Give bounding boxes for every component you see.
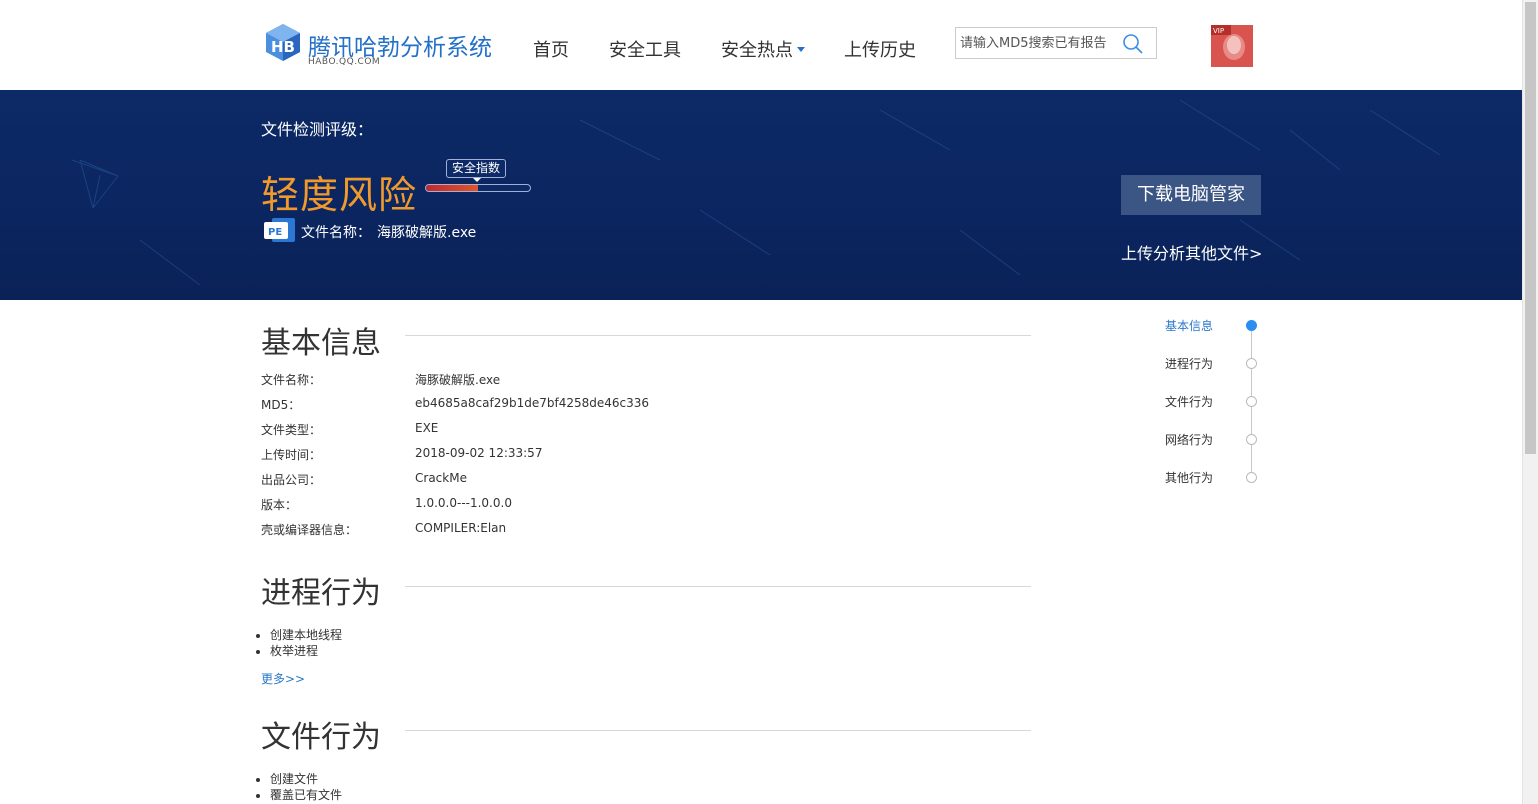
- safety-index-fill: [426, 185, 478, 191]
- logo-subtitle: HABO.QQ.COM: [308, 57, 381, 67]
- pe-file-icon: PE: [264, 218, 295, 242]
- banner-decoration: [71, 99, 1441, 286]
- side-nav-dot[interactable]: [1246, 434, 1257, 445]
- scrollbar-thumb[interactable]: [1525, 2, 1536, 454]
- section-divider: [405, 730, 1031, 731]
- section-title-file-behavior: 文件行为: [261, 720, 381, 755]
- list-item: 创建文件: [270, 771, 342, 787]
- process-behavior-more-link[interactable]: 更多>>: [261, 670, 305, 687]
- side-nav-dot[interactable]: [1246, 472, 1257, 483]
- nav-upload-history[interactable]: 上传历史: [844, 36, 916, 62]
- side-nav-basic-info[interactable]: 基本信息: [1165, 317, 1213, 334]
- info-value-file-type: EXE: [415, 421, 439, 435]
- top-header: HB 腾讯哈勃分析系统 HABO.QQ.COM 首页 安全工具 安全热点 上传历…: [0, 0, 1522, 90]
- info-value-md5: eb4685a8caf29b1de7bf4258de46c336: [415, 396, 650, 410]
- info-label-file-type: 文件类型：: [261, 423, 322, 437]
- vip-badge: VIP: [1213, 27, 1224, 35]
- pe-file-icon-label: PE: [268, 227, 282, 238]
- side-nav-network-behavior[interactable]: 网络行为: [1165, 431, 1213, 448]
- rating-label: 文件检测评级：: [261, 120, 374, 139]
- md5-search-input[interactable]: [956, 28, 1124, 58]
- search-icon[interactable]: [1122, 33, 1144, 55]
- upload-other-file-link[interactable]: 上传分析其他文件>: [1121, 240, 1262, 264]
- side-nav-other-behavior[interactable]: 其他行为: [1165, 469, 1213, 486]
- nav-home[interactable]: 首页: [533, 36, 569, 62]
- list-item: 覆盖已有文件: [270, 787, 342, 803]
- list-item: 枚举进程: [270, 643, 342, 659]
- section-divider: [405, 335, 1031, 336]
- section-divider: [405, 586, 1031, 587]
- process-behavior-list: 创建本地线程 枚举进程: [270, 627, 342, 659]
- info-label-compiler: 壳或编译器信息：: [261, 523, 358, 537]
- section-title-basic-info: 基本信息: [261, 326, 381, 361]
- risk-level: 轻度风险: [261, 173, 418, 217]
- info-value-upload-time: 2018-09-02 12:33:57: [415, 446, 543, 460]
- safety-index-tag: 安全指数: [446, 159, 507, 182]
- user-avatar[interactable]: VIP: [1211, 25, 1253, 67]
- info-label-version: 版本：: [261, 498, 298, 512]
- chevron-down-icon: [797, 46, 805, 52]
- info-label-upload-time: 上传时间：: [261, 448, 322, 462]
- habo-logo[interactable]: HB 腾讯哈勃分析系统 HABO.QQ.COM: [262, 20, 502, 72]
- safety-index-bar: [425, 184, 531, 192]
- habo-logo-icon: HB: [266, 24, 300, 61]
- info-label-file-name: 文件名称：: [261, 373, 322, 387]
- info-value-file-name: 海豚破解版.exe: [415, 373, 501, 387]
- file-name-value: 海豚破解版.exe: [377, 225, 477, 241]
- page-scrollbar[interactable]: [1522, 0, 1538, 804]
- file-behavior-list: 创建文件 覆盖已有文件: [270, 771, 342, 803]
- file-name-label: 文件名称：: [301, 225, 371, 241]
- info-label-company: 出品公司：: [261, 473, 322, 487]
- info-label-md5: MD5：: [261, 398, 301, 412]
- nav-security-hotspots-label: 安全热点: [721, 40, 793, 61]
- qq-avatar-icon: VIP: [1211, 25, 1253, 67]
- side-nav-dot[interactable]: [1246, 396, 1257, 407]
- side-nav-dot[interactable]: [1246, 358, 1257, 369]
- svg-text:HB: HB: [271, 38, 295, 56]
- rating-banner: 文件检测评级： 轻度风险 安全指数 PE 文件名称： 海豚破解版.exe 下载电脑…: [0, 90, 1522, 300]
- download-pc-manager-button[interactable]: 下载电脑管家: [1121, 175, 1261, 215]
- nav-security-tools[interactable]: 安全工具: [609, 36, 681, 62]
- info-value-company: CrackMe: [415, 471, 467, 485]
- side-nav-file-behavior[interactable]: 文件行为: [1165, 393, 1213, 410]
- info-value-compiler: COMPILER:Elan: [415, 521, 507, 535]
- side-nav-dot-active[interactable]: [1246, 320, 1257, 331]
- file-name-row: 文件名称： 海豚破解版.exe: [301, 222, 476, 242]
- side-nav-process-behavior[interactable]: 进程行为: [1165, 355, 1213, 372]
- section-title-process-behavior: 进程行为: [261, 576, 381, 611]
- info-value-version: 1.0.0.0---1.0.0.0: [415, 496, 512, 510]
- list-item: 创建本地线程: [270, 627, 342, 643]
- md5-search-box: [955, 27, 1157, 59]
- section-side-nav: 基本信息 进程行为 文件行为 网络行为 其他行为: [1160, 316, 1270, 496]
- nav-security-hotspots[interactable]: 安全热点: [721, 36, 805, 62]
